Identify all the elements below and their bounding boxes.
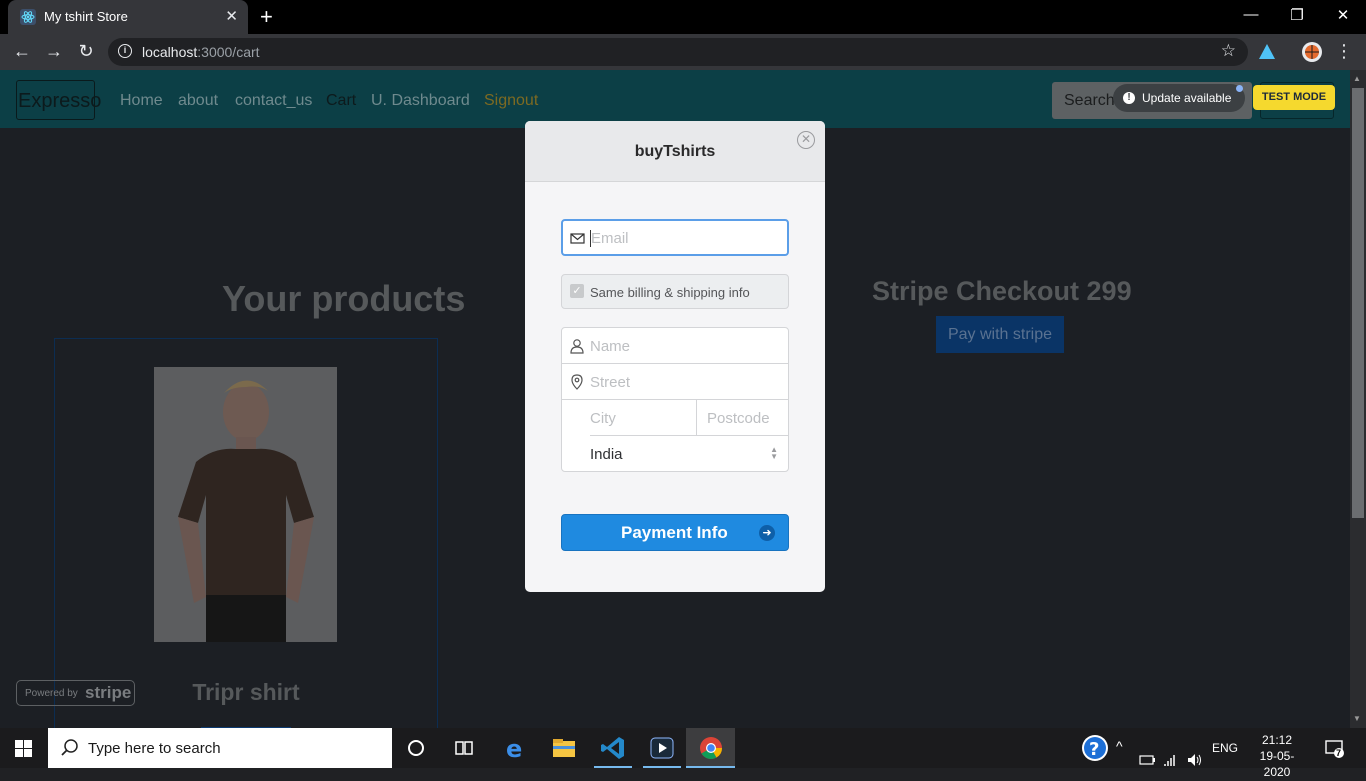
- browser-menu-icon[interactable]: ⋮: [1332, 41, 1356, 62]
- name-field[interactable]: Name: [562, 328, 788, 364]
- help-question-icon: ?: [1082, 735, 1108, 761]
- pay-with-stripe-button[interactable]: Pay with stripe: [936, 316, 1064, 353]
- products-heading: Your products: [222, 278, 466, 319]
- tab-title: My tshirt Store: [44, 9, 128, 24]
- react-favicon-icon: [20, 9, 36, 25]
- bookmark-star-icon[interactable]: ☆: [1221, 41, 1236, 61]
- tray-chevron-up-icon[interactable]: ^: [1116, 738, 1123, 778]
- email-field[interactable]: Email: [561, 219, 789, 256]
- street-field[interactable]: Street: [562, 364, 788, 400]
- restore-button[interactable]: ❐: [1274, 6, 1320, 24]
- city-field[interactable]: City: [590, 400, 697, 436]
- checkmark-icon: ✓: [570, 284, 584, 298]
- address-fields: Name Street City Postcode India ▲ ▼: [561, 327, 789, 472]
- reload-icon[interactable]: ↻: [74, 41, 98, 62]
- vscode-icon[interactable]: [599, 734, 627, 762]
- scroll-down-icon[interactable]: ▼: [1353, 714, 1361, 723]
- modal-close-icon[interactable]: ✕: [797, 131, 815, 149]
- brand-logo[interactable]: Expresso: [16, 80, 101, 120]
- volume-icon[interactable]: [1186, 740, 1204, 780]
- url-text: localhost:3000/cart: [142, 44, 260, 60]
- new-tab-button[interactable]: +: [260, 4, 273, 30]
- svg-text:e: e: [506, 735, 522, 762]
- battery-icon[interactable]: [1139, 740, 1157, 780]
- nav-cart[interactable]: Cart: [326, 92, 356, 110]
- file-explorer-icon[interactable]: [550, 734, 578, 762]
- forward-icon[interactable]: →: [42, 41, 66, 62]
- windows-start-icon[interactable]: [15, 740, 32, 757]
- nav-signout[interactable]: Signout: [484, 92, 538, 110]
- product-image: [154, 367, 337, 642]
- edge-browser-icon[interactable]: e: [502, 734, 530, 762]
- help-tray-button[interactable]: ?: [1078, 728, 1112, 768]
- scrollbar-thumb[interactable]: [1352, 88, 1364, 518]
- system-clock[interactable]: 21:12 19-05-2020: [1248, 732, 1306, 780]
- cortana-icon[interactable]: [402, 734, 430, 762]
- envelope-icon: [570, 233, 585, 244]
- search-icon: [61, 739, 78, 756]
- nav-user-dashboard[interactable]: U. Dashboard: [371, 92, 470, 110]
- payment-info-button[interactable]: Payment Info ➜: [561, 514, 789, 551]
- browser-tab-strip: My tshirt Store ✕ + — ❐ ✕: [0, 0, 1366, 34]
- chrome-taskbar-button[interactable]: [686, 728, 735, 768]
- nav-home[interactable]: Home: [120, 92, 163, 110]
- svg-text:?: ?: [1089, 739, 1099, 760]
- alert-icon: !: [1123, 92, 1135, 104]
- media-player-icon[interactable]: [648, 734, 676, 762]
- checkout-heading: Stripe Checkout 299: [872, 276, 1132, 306]
- tab-close-icon[interactable]: ✕: [225, 7, 238, 25]
- same-billing-checkbox[interactable]: ✓ Same billing & shipping info: [561, 274, 789, 309]
- address-bar[interactable]: i localhost:3000/cart ☆: [108, 38, 1248, 66]
- browser-toolbar: ← → ↻ i localhost:3000/cart ☆ ⋮: [0, 34, 1366, 70]
- browser-tab[interactable]: My tshirt Store ✕: [8, 0, 248, 34]
- nav-about[interactable]: about: [178, 92, 218, 110]
- app-navbar: Expresso Home about contact_us Cart U. D…: [0, 70, 1350, 128]
- product-card: Tripr shirt: [54, 338, 438, 728]
- task-view-icon[interactable]: [450, 734, 478, 762]
- taskbar-search-input[interactable]: Type here to search: [48, 728, 392, 768]
- notification-icon: [1325, 740, 1344, 758]
- notification-dot: [1236, 85, 1243, 92]
- modal-title: buyTshirts: [634, 143, 716, 160]
- update-available-badge[interactable]: ! Update available: [1113, 84, 1245, 112]
- action-center-button[interactable]: 7: [1320, 728, 1350, 768]
- windows-taskbar: Type here to search e ? ^ ENG 21:12 19-0…: [0, 728, 1366, 779]
- extension-triangle-icon[interactable]: [1256, 41, 1278, 63]
- wifi-icon[interactable]: [1163, 740, 1181, 780]
- scroll-up-icon[interactable]: ▲: [1353, 74, 1361, 83]
- language-indicator[interactable]: ENG: [1212, 741, 1238, 781]
- page-scrollbar[interactable]: ▲ ▼: [1350, 70, 1366, 728]
- site-info-icon[interactable]: i: [118, 44, 132, 58]
- arrow-right-icon: ➜: [759, 525, 775, 541]
- postcode-field[interactable]: Postcode: [697, 400, 788, 436]
- notification-count: 7: [1336, 748, 1342, 758]
- tshirt-model-photo: [154, 367, 337, 642]
- back-icon[interactable]: ←: [10, 41, 34, 62]
- powered-by-stripe-badge[interactable]: Powered by stripe: [16, 680, 135, 706]
- country-select[interactable]: India ▲ ▼: [590, 436, 788, 471]
- profile-avatar-icon[interactable]: [1301, 41, 1323, 63]
- nav-contact-us[interactable]: contact_us: [235, 92, 312, 110]
- minimize-button[interactable]: —: [1228, 6, 1274, 23]
- chrome-icon: [700, 737, 722, 759]
- modal-header: buyTshirts ✕: [525, 121, 825, 182]
- user-icon: [570, 339, 584, 354]
- select-arrows-icon: ▲ ▼: [770, 445, 778, 461]
- window-close-button[interactable]: ✕: [1320, 6, 1366, 24]
- test-mode-badge: TEST MODE: [1253, 85, 1335, 110]
- location-pin-icon: [571, 374, 583, 390]
